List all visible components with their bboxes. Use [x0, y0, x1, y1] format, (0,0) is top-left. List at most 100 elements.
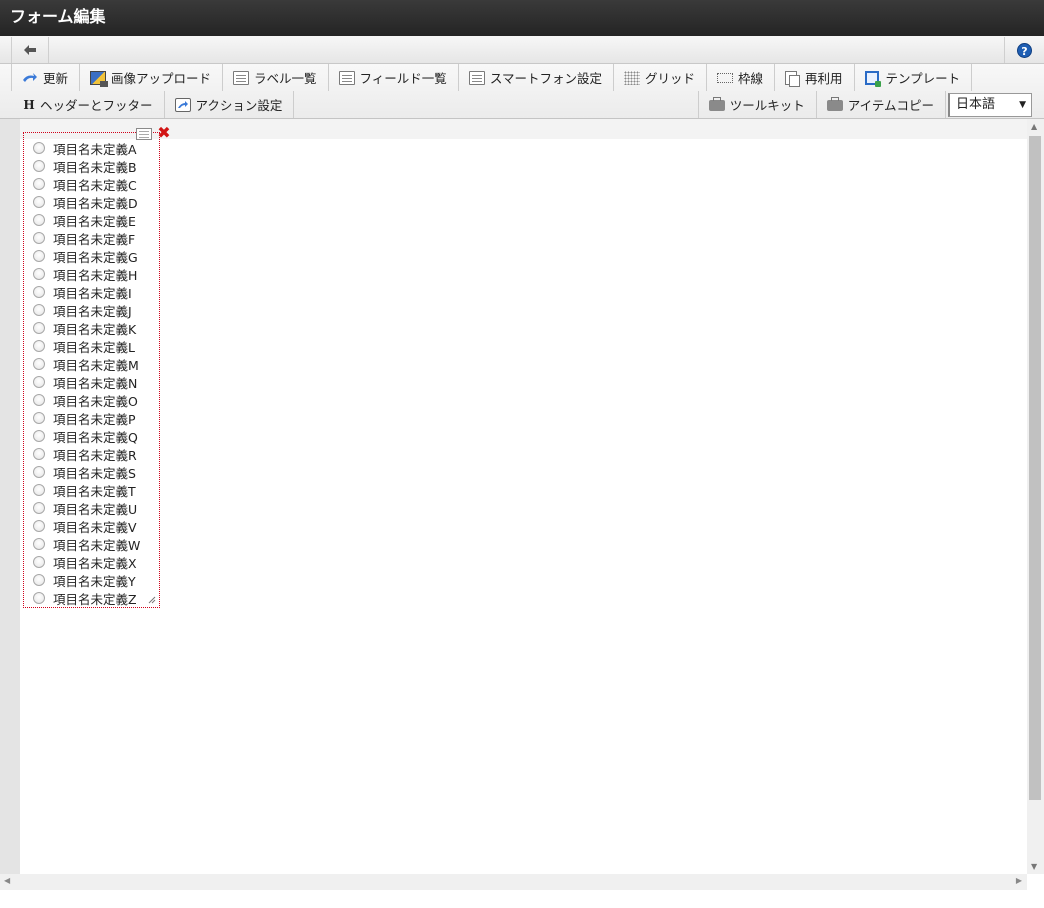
radio-button[interactable]	[33, 196, 45, 208]
image-upload-button[interactable]: 画像アップロード	[80, 64, 224, 91]
radio-option-label: 項目名未定義I	[53, 285, 132, 301]
radio-option-label: 項目名未定義N	[53, 375, 138, 391]
radio-button[interactable]	[33, 214, 45, 226]
radio-button[interactable]	[33, 376, 45, 388]
reuse-button[interactable]: 再利用	[775, 64, 855, 91]
toolkit-icon	[708, 97, 725, 111]
toolkit-button[interactable]: ツールキット	[697, 91, 817, 118]
radio-option-label: 項目名未定義U	[53, 501, 138, 517]
radio-option[interactable]: 項目名未定義Y	[33, 571, 140, 589]
frame-button[interactable]: 枠線	[707, 64, 775, 91]
radio-option[interactable]: 項目名未定義B	[33, 157, 140, 175]
radio-option-label: 項目名未定義L	[53, 339, 135, 355]
radio-option-label: 項目名未定義O	[53, 393, 138, 409]
radio-option[interactable]: 項目名未定義V	[33, 517, 140, 535]
grid-button[interactable]: グリッド	[614, 64, 707, 91]
template-button[interactable]: テンプレート	[855, 64, 973, 91]
radio-option[interactable]: 項目名未定義P	[33, 409, 140, 427]
radio-option[interactable]: 項目名未定義L	[33, 337, 140, 355]
delete-icon[interactable]: ✖	[157, 125, 171, 141]
item-copy-button[interactable]: アイテムコピー	[817, 91, 946, 118]
radio-button[interactable]	[33, 232, 45, 244]
radio-option-label: 項目名未定義F	[53, 231, 136, 247]
field-list-button[interactable]: フィールド一覧	[329, 64, 459, 91]
window-title: フォーム編集	[0, 0, 1044, 36]
radio-button[interactable]	[33, 394, 45, 406]
radio-button[interactable]	[33, 268, 45, 280]
label-list-button[interactable]: ラベル一覧	[223, 64, 329, 91]
back-button[interactable]	[11, 37, 49, 63]
language-select[interactable]: 日本語 ▼	[948, 93, 1032, 117]
radio-option[interactable]: 項目名未定義U	[33, 499, 140, 517]
radio-option[interactable]: 項目名未定義R	[33, 445, 140, 463]
radio-options: 項目名未定義A 項目名未定義B 項目名未定義C 項目名未定義D 項目名未定義E 項目名未定…	[33, 139, 140, 607]
radio-option-label: 項目名未定義B	[53, 159, 137, 175]
radio-option[interactable]: 項目名未定義T	[33, 481, 140, 499]
radio-option[interactable]: 項目名未定義H	[33, 265, 140, 283]
radio-button[interactable]	[33, 592, 45, 604]
radio-option-label: 項目名未定義X	[53, 555, 137, 571]
scroll-thumb[interactable]	[1029, 136, 1041, 800]
radio-button[interactable]	[33, 484, 45, 496]
radio-button[interactable]	[33, 412, 45, 424]
frame-icon	[716, 72, 733, 83]
radio-button[interactable]	[33, 520, 45, 532]
radio-button[interactable]	[33, 502, 45, 514]
radio-option[interactable]: 項目名未定義K	[33, 319, 140, 337]
radio-option-label: 項目名未定義V	[53, 519, 137, 535]
template-label: テンプレート	[885, 71, 961, 86]
help-button[interactable]: ?	[1004, 37, 1044, 63]
smartphone-settings-button[interactable]: スマートフォン設定	[459, 64, 614, 91]
action-settings-button[interactable]: アクション設定	[165, 91, 295, 118]
radio-option[interactable]: 項目名未定義N	[33, 373, 140, 391]
radio-option[interactable]: 項目名未定義A	[33, 139, 140, 157]
scroll-left-icon[interactable]: ◀	[4, 876, 10, 885]
radio-option[interactable]: 項目名未定義Q	[33, 427, 140, 445]
scroll-right-icon[interactable]: ▶	[1016, 876, 1022, 885]
radio-option-label: 項目名未定義Z	[53, 591, 137, 607]
radio-option[interactable]: 項目名未定義Z	[33, 589, 140, 607]
radio-option[interactable]: 項目名未定義O	[33, 391, 140, 409]
radio-button[interactable]	[33, 142, 45, 154]
radio-button[interactable]	[33, 358, 45, 370]
radio-button[interactable]	[33, 466, 45, 478]
scroll-up-icon[interactable]: ▲	[1031, 122, 1037, 131]
list-icon	[468, 70, 485, 85]
vertical-scrollbar[interactable]: ▲ ▼	[1027, 119, 1044, 874]
radio-button[interactable]	[33, 340, 45, 352]
radio-option[interactable]: 項目名未定義F	[33, 229, 140, 247]
radio-button[interactable]	[33, 250, 45, 262]
radio-option-label: 項目名未定義H	[53, 267, 138, 283]
radio-button[interactable]	[33, 538, 45, 550]
radio-button[interactable]	[33, 574, 45, 586]
radio-button[interactable]	[33, 178, 45, 190]
radio-option[interactable]: 項目名未定義C	[33, 175, 140, 193]
radio-button[interactable]	[33, 556, 45, 568]
radio-option[interactable]: 項目名未定義X	[33, 553, 140, 571]
form-canvas[interactable]	[20, 139, 1027, 874]
header-footer-button[interactable]: H ヘッダーとフッター	[0, 91, 165, 118]
resize-handle-icon[interactable]	[146, 594, 156, 604]
scroll-down-icon[interactable]: ▼	[1031, 862, 1037, 871]
toolkit-label: ツールキット	[729, 98, 805, 113]
radio-option[interactable]: 項目名未定義W	[33, 535, 140, 553]
field-list-label: フィールド一覧	[359, 71, 447, 86]
grid-label: グリッド	[644, 71, 695, 86]
radio-option[interactable]: 項目名未定義J	[33, 301, 140, 319]
radio-option[interactable]: 項目名未定義M	[33, 355, 140, 373]
update-button[interactable]: 更新	[11, 64, 81, 91]
radio-option[interactable]: 項目名未定義G	[33, 247, 140, 265]
radio-button[interactable]	[33, 160, 45, 172]
radio-option[interactable]: 項目名未定義E	[33, 211, 140, 229]
radio-option[interactable]: 項目名未定義I	[33, 283, 140, 301]
radio-button[interactable]	[33, 430, 45, 442]
radio-option-label: 項目名未定義S	[53, 465, 136, 481]
radio-button[interactable]	[33, 304, 45, 316]
radio-button[interactable]	[33, 322, 45, 334]
radio-option[interactable]: 項目名未定義D	[33, 193, 140, 211]
horizontal-scrollbar[interactable]: ◀ ▶	[0, 874, 1027, 890]
radio-option-label: 項目名未定義W	[53, 537, 141, 553]
radio-option[interactable]: 項目名未定義S	[33, 463, 140, 481]
radio-button[interactable]	[33, 286, 45, 298]
radio-button[interactable]	[33, 448, 45, 460]
